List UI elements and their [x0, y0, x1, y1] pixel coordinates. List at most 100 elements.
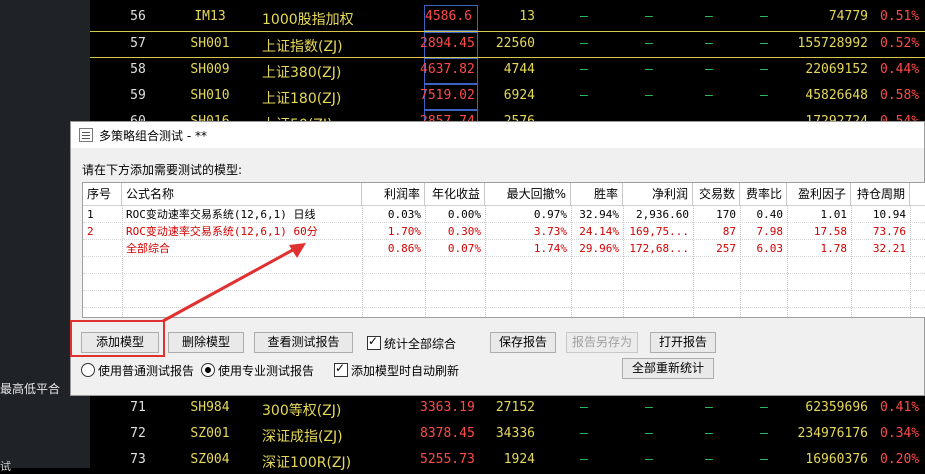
table-cell: 0.40 — [756, 208, 784, 221]
quote-row[interactable]: 71 SH984 300等权(ZJ) 3363.19 27152 — — — — 62359696… — [90, 395, 925, 421]
save-report-button[interactable]: 保存报告 — [490, 332, 556, 353]
quote-cell-pct: 0.41% — [880, 400, 920, 415]
table-cell: 1.70% — [387, 225, 421, 238]
open-report-button[interactable]: 打开报告 — [650, 332, 716, 353]
quote-cell-no: 59 — [130, 88, 146, 103]
table-cell: 257 — [716, 242, 736, 255]
table-cell: 10.94 — [872, 208, 906, 221]
table-cell: 0.97% — [533, 208, 567, 221]
quote-cell-amt: 74779 — [828, 9, 868, 24]
column-header[interactable]: 利润率 — [362, 183, 425, 205]
column-header[interactable]: 交易数 — [693, 183, 740, 205]
normal-report-label: 使用普通测试报告 — [98, 364, 195, 378]
table-row[interactable]: 1 ROC变动速率交易系统(12,6,1) 日线 0.03% 0.00% 0.97% 32… — [83, 206, 925, 223]
view-report-button[interactable]: 查看测试报告 — [254, 332, 353, 353]
quote-cell-d3: — — [705, 426, 713, 441]
quote-cell-d4: — — [760, 36, 768, 51]
window-icon — [79, 128, 93, 142]
quote-cell-price: 4637.82 — [420, 62, 475, 77]
quote-cell-d4: — — [760, 400, 768, 415]
quote-cell-price: 2894.45 — [420, 36, 475, 51]
delete-model-button[interactable]: 删除模型 — [168, 332, 244, 353]
quote-row[interactable]: 56 IM13 1000股指加权 4586.6 13 — — — — 74779 0.51% — [90, 4, 925, 31]
quote-cell-amt: 16960376 — [805, 452, 868, 467]
quote-cell-d2: — — [645, 88, 653, 103]
quote-row[interactable]: 59 SH010 上证180(ZJ) 7519.02 6924 — — — — 45826648 0… — [90, 83, 925, 110]
column-header[interactable]: 净利润 — [623, 183, 693, 205]
normal-report-radio[interactable]: 使用普通测试报告 — [81, 362, 194, 379]
table-row[interactable]: 2 ROC变动速率交易系统(12,6,1) 60分 1.70% 0.30% 3.73% 2… — [83, 223, 925, 240]
quote-cell-vol: 34336 — [495, 426, 535, 441]
column-header[interactable]: 胜率 — [571, 183, 623, 205]
quote-cell-d1: — — [580, 88, 588, 103]
pro-report-radio[interactable]: 使用专业测试报告 — [201, 362, 314, 379]
quote-cell-code: SH009 — [190, 62, 230, 77]
column-header[interactable]: 公式名称 — [122, 183, 362, 205]
quote-cell-vol: 22560 — [495, 36, 535, 51]
column-header[interactable]: 最大回撤% — [485, 183, 571, 205]
column-header[interactable]: 持仓周期 — [851, 183, 910, 205]
table-row[interactable]: 全部综合 0.86% 0.07% 1.74% 29.96% 172,68... 257 6.0… — [83, 240, 925, 257]
recalc-all-button[interactable]: 全部重新统计 — [622, 358, 714, 379]
column-header[interactable]: 盈利因子 — [787, 183, 851, 205]
quote-cell-no: 73 — [130, 452, 146, 467]
row-divider — [83, 290, 925, 291]
table-cell: 3.73% — [533, 225, 567, 238]
side-label-2: 试 — [0, 460, 11, 473]
quote-cell-d2: — — [645, 400, 653, 415]
table-cell: ROC变动速率交易系统(12,6,1) 日线 — [126, 208, 316, 221]
quote-row[interactable]: 73 SZ004 深证100R(ZJ) 5255.73 1924 — — — — 16960376… — [90, 447, 925, 473]
radio-dot[interactable] — [201, 363, 215, 377]
quote-cell-vol: 6924 — [503, 88, 535, 103]
stat-all-label: 统计全部综合 — [384, 337, 457, 351]
quote-cell-d1: — — [580, 9, 588, 24]
stat-all-checkbox[interactable]: 统计全部综合 — [367, 334, 457, 352]
table-header: 序号公式名称利润率年化收益最大回撤%胜率净利润交易数费率比盈利因子持仓周期持 — [83, 183, 925, 206]
checkbox-box[interactable] — [367, 334, 381, 350]
dialog-titlebar[interactable]: 多策略组合测试 - ** — [71, 122, 924, 148]
quote-row[interactable]: 57 SH001 上证指数(ZJ) 2894.45 22560 — — — — 155728992… — [90, 31, 925, 58]
save-report-as-button[interactable]: 报告另存为 — [566, 332, 638, 353]
quote-cell-d1: — — [580, 400, 588, 415]
quote-cell-pct: 0.20% — [880, 452, 920, 467]
table-cell: 29.96% — [579, 242, 619, 255]
column-header[interactable]: 持 — [910, 183, 925, 205]
selected-row-line — [90, 31, 925, 32]
quote-row[interactable]: 58 SH009 上证380(ZJ) 4637.82 4744 — — — — 22069152 0… — [90, 57, 925, 84]
quote-cell-d1: — — [580, 426, 588, 441]
quote-cell-price: 4586.6 — [425, 9, 472, 24]
table-cell: ROC变动速率交易系统(12,6,1) 60分 — [126, 225, 318, 238]
dialog-title: 多策略组合测试 - ** — [99, 129, 207, 143]
quote-cell-no: 57 — [130, 36, 146, 51]
table-cell: 1 — [87, 208, 94, 221]
quote-cell-d3: — — [705, 88, 713, 103]
table-cell: 1.01 — [820, 208, 848, 221]
quote-cell-d1: — — [580, 36, 588, 51]
table-cell: 7.98 — [756, 225, 784, 238]
quote-cell-d3: — — [705, 62, 713, 77]
add-model-button[interactable]: 添加模型 — [81, 332, 159, 353]
quote-cell-amt: 62359696 — [805, 400, 868, 415]
radio-dot[interactable] — [81, 363, 95, 377]
table-cell: 0.86% — [387, 242, 421, 255]
model-list-table[interactable]: 序号公式名称利润率年化收益最大回撤%胜率净利润交易数费率比盈利因子持仓周期持 1… — [82, 182, 925, 318]
table-cell: 0.00% — [447, 208, 481, 221]
quote-cell-code: IM13 — [194, 9, 226, 24]
quote-row[interactable]: 72 SZ001 深证成指(ZJ) 8378.45 34336 — — — — 234976176… — [90, 421, 925, 447]
quote-cell-price: 3363.19 — [420, 400, 475, 415]
quote-cell-name: 上证指数(ZJ) — [262, 39, 343, 55]
quote-cell-no: 56 — [130, 9, 146, 24]
table-cell: 0.30% — [447, 225, 481, 238]
quote-cell-amt: 155728992 — [797, 36, 868, 51]
column-header[interactable]: 费率比 — [740, 183, 787, 205]
column-header[interactable]: 序号 — [83, 183, 122, 205]
table-cell: 6.03 — [756, 242, 784, 255]
quote-cell-d2: — — [645, 36, 653, 51]
quote-cell-d4: — — [760, 88, 768, 103]
checkbox-box[interactable] — [334, 361, 348, 377]
column-header[interactable]: 年化收益 — [425, 183, 485, 205]
table-cell: 0.07% — [447, 242, 481, 255]
quote-cell-d2: — — [645, 9, 653, 24]
auto-refresh-checkbox[interactable]: 添加模型时自动刷新 — [334, 361, 459, 379]
quote-cell-pct: 0.52% — [880, 36, 920, 51]
